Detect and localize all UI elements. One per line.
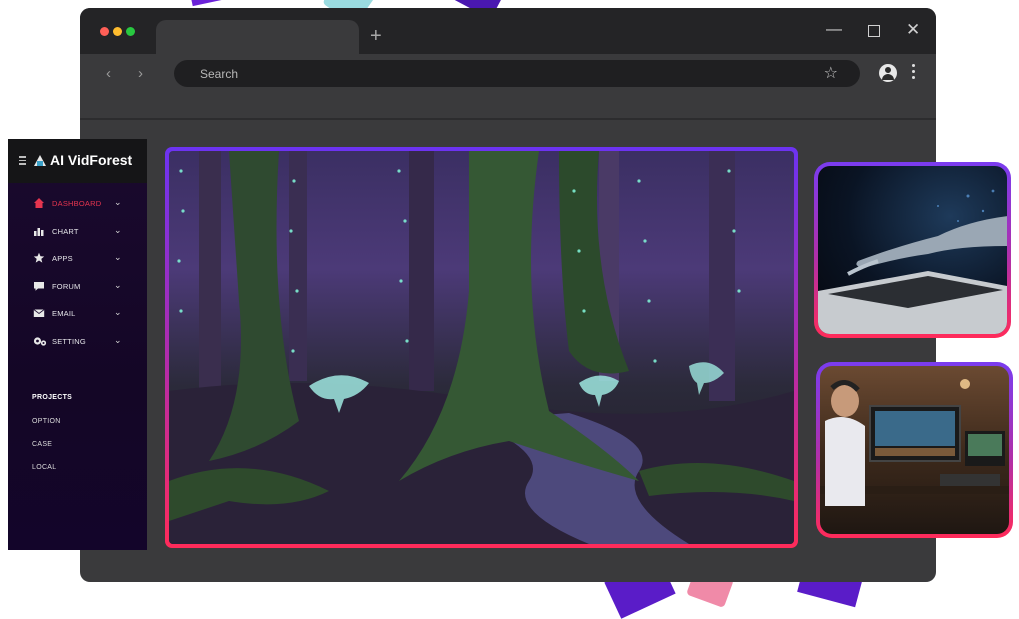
projects-heading: PROJECTS [32,394,73,401]
search-input[interactable]: Search ☆ [174,60,860,87]
minimize-button[interactable]: — [826,20,842,40]
minimize-window-dot[interactable] [113,27,122,36]
brand-bar: AI VidForest [8,139,147,183]
home-icon [34,198,44,208]
sidebar-item-label: DASHBOARD [52,199,102,208]
bookmark-star-icon[interactable]: ☆ [824,63,838,83]
logo-icon [34,155,46,166]
search-placeholder: Search [200,67,239,81]
chevron-down-icon: ⌄ [114,279,122,290]
chat-icon [34,281,44,291]
profile-avatar-icon[interactable] [879,64,897,82]
browser-tab[interactable] [156,20,359,54]
sidebar-item-forum[interactable]: FORUM ⌄ [8,274,147,302]
video-editor-thumbnail[interactable] [816,362,1013,538]
chevron-down-icon: ⌄ [114,307,122,317]
sidebar-item-label: APPS [52,254,73,263]
robot-laptop-thumbnail[interactable] [814,162,1011,338]
sidebar-subitem-option[interactable]: OPTION [32,418,61,425]
robot-hand-image [818,166,1007,334]
sidebar-item-label: EMAIL [52,309,76,318]
sidebar-item-apps[interactable]: APPS ⌄ [8,246,147,274]
sidebar-item-email[interactable]: EMAIL ⌄ [8,301,147,329]
mail-icon [33,309,45,317]
chevron-down-icon: ⌄ [114,197,122,207]
video-editor-image [820,366,1009,534]
chevron-down-icon: ⌄ [114,334,122,345]
more-options-icon[interactable] [912,64,916,82]
brand-name: AI VidForest [50,152,133,168]
new-tab-button[interactable]: + [370,25,382,47]
forward-button[interactable]: › [138,66,143,82]
sidebar-item-label: CHART [52,226,79,236]
navigation-bar: ‹ › Search ☆ [80,54,936,94]
chevron-down-icon: ⌄ [114,224,122,235]
sidebar-item-setting[interactable]: SETTING ⌄ [8,329,147,357]
decorative-ribbon [189,0,271,7]
title-bar: + — ✕ [80,8,936,54]
sidebar-item-chart[interactable]: CHART ⌄ [8,219,147,247]
chevron-down-icon: ⌄ [114,252,122,262]
close-window-dot[interactable] [100,27,109,36]
zoom-window-dot[interactable] [126,27,135,36]
sidebar: AI VidForest DASHBOARD ⌄ CHART ⌄ APPS ⌄ [8,139,147,550]
star-icon [33,252,45,263]
gears-icon [33,336,47,346]
sidebar-subitem-local[interactable]: LOCAL [32,464,56,471]
maximize-button[interactable] [868,25,880,37]
sidebar-item-label: SETTING [52,336,86,346]
forest-hero-image [169,151,794,544]
hero-image-frame [165,147,798,548]
back-button[interactable]: ‹ [106,66,111,82]
close-button[interactable]: ✕ [906,20,920,40]
hamburger-menu-icon[interactable] [19,156,26,167]
sidebar-menu: DASHBOARD ⌄ CHART ⌄ APPS ⌄ FORUM ⌄ EMAIL… [8,191,147,356]
sidebar-subitem-case[interactable]: CASE [32,441,52,448]
sidebar-item-dashboard[interactable]: DASHBOARD ⌄ [8,191,147,219]
toolbar-divider [80,118,936,120]
chart-icon [34,227,44,236]
sidebar-item-label: FORUM [52,281,81,291]
